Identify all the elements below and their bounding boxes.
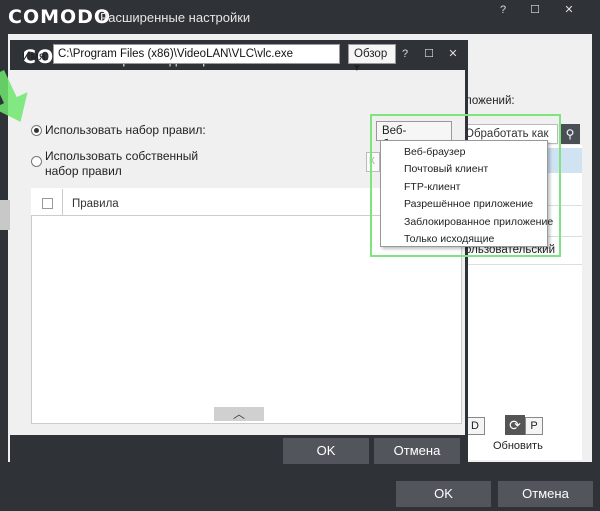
- radio-use-ruleset[interactable]: [31, 125, 42, 136]
- outer-window-title: Расширенные настройки: [100, 10, 251, 25]
- help-button[interactable]: ?: [490, 0, 516, 20]
- dialog-maximize-button[interactable]: ☐: [416, 44, 442, 64]
- browse-button[interactable]: Обзор ▾: [348, 44, 396, 74]
- radio-use-ruleset-label: Использовать набор правил:: [45, 123, 206, 137]
- scroll-up-icon[interactable]: ︿: [214, 407, 264, 421]
- applications-label: ложений:: [465, 95, 515, 107]
- outer-titlebar: COMODO Расширенные настройки ? ☐ ✕: [0, 0, 600, 34]
- application-path-input[interactable]: C:\Program Files (x86)\VideoLAN\VLC\vlc.…: [53, 44, 340, 64]
- outer-cancel-button[interactable]: Отмена: [498, 481, 593, 507]
- radio-custom-ruleset-label-line1: Использовать собственный: [45, 149, 199, 163]
- maximize-button[interactable]: ☐: [522, 0, 548, 20]
- outer-ok-button[interactable]: OK: [396, 481, 491, 507]
- close-button[interactable]: ✕: [556, 0, 582, 20]
- dialog-ok-button[interactable]: OK: [283, 438, 369, 464]
- radio-custom-ruleset[interactable]: [31, 156, 42, 167]
- select-all-checkbox[interactable]: [42, 198, 53, 209]
- name-label: Имя:: [22, 49, 49, 63]
- rules-column-header[interactable]: Правила: [72, 198, 119, 210]
- left-strip: [0, 200, 10, 230]
- dialog-footer: OK Отмена: [10, 435, 468, 468]
- highlight-box: [370, 114, 561, 257]
- radio-custom-ruleset-label-line2: набор правил: [45, 164, 122, 178]
- outer-footer: OK Отмена: [0, 470, 600, 511]
- dialog-cancel-button[interactable]: Отмена: [374, 438, 460, 464]
- green-arrow-icon: [0, 70, 28, 122]
- comodo-logo: COMODO: [8, 6, 112, 28]
- refresh-icon[interactable]: ⟳: [505, 415, 525, 435]
- dialog-close-button[interactable]: ✕: [440, 44, 466, 64]
- button-d[interactable]: D: [465, 417, 485, 435]
- row-divider: [462, 264, 582, 265]
- column-divider: [62, 189, 63, 216]
- button-p[interactable]: P: [525, 417, 543, 435]
- search-icon[interactable]: ⚲: [560, 124, 580, 144]
- refresh-label: Обновить: [493, 440, 543, 452]
